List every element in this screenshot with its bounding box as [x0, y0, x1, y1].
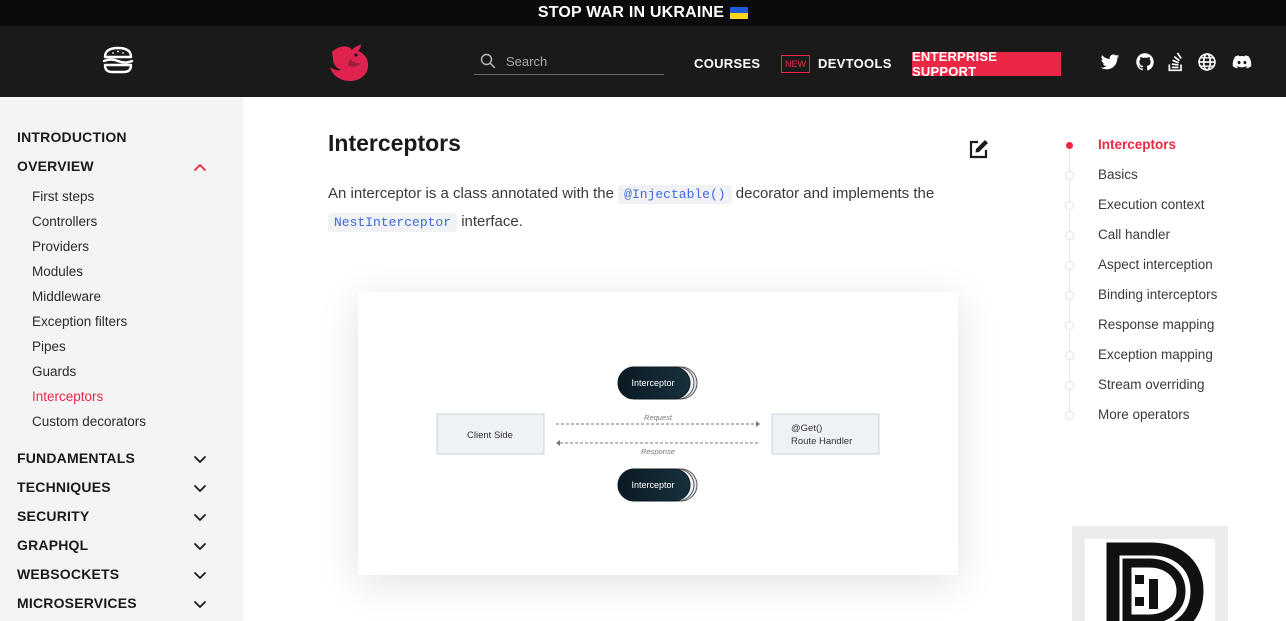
discord-icon[interactable] — [1231, 52, 1253, 72]
search-icon — [480, 53, 496, 69]
search-input[interactable] — [506, 53, 656, 69]
intro-text-1: An interceptor is a class annotated with… — [328, 185, 619, 202]
edit-page-icon[interactable] — [968, 138, 990, 160]
toc-dot-active — [1066, 142, 1073, 149]
toc-item-execution-context[interactable]: Execution context — [1098, 197, 1205, 212]
intro-text-2: decorator and implements the — [731, 185, 935, 202]
intro-paragraph: An interceptor is a class annotated with… — [328, 180, 968, 236]
sidebar-item-controllers[interactable]: Controllers — [32, 214, 97, 229]
sidebar-item-guards[interactable]: Guards — [32, 364, 76, 379]
chevron-down-icon[interactable] — [193, 481, 207, 495]
nav-courses-link[interactable]: COURSES — [694, 56, 760, 71]
globe-icon[interactable] — [1197, 52, 1217, 72]
sidebar-item-interceptors[interactable]: Interceptors — [32, 389, 103, 404]
sidebar-section-websockets[interactable]: WEBSOCKETS — [17, 566, 119, 582]
route-handler-box — [771, 413, 880, 455]
sponsor-logo-icon — [1106, 542, 1204, 621]
chevron-down-icon[interactable] — [193, 510, 207, 524]
sidebar-item-providers[interactable]: Providers — [32, 239, 89, 254]
sidebar-section-fundamentals[interactable]: FUNDAMENTALS — [17, 450, 135, 466]
request-label: Request — [644, 413, 673, 422]
toc-item-binding-interceptors[interactable]: Binding interceptors — [1098, 287, 1217, 302]
interceptor-top: Interceptor — [617, 366, 698, 400]
toc-dot — [1065, 261, 1074, 270]
toc-dot — [1065, 231, 1074, 240]
interceptors-diagram: Interceptor Interceptor Client Side @Get… — [358, 292, 958, 575]
sponsor-card[interactable] — [1072, 526, 1228, 621]
sidebar-item-modules[interactable]: Modules — [32, 264, 83, 279]
twitter-icon[interactable] — [1100, 52, 1120, 72]
toc-item-call-handler[interactable]: Call handler — [1098, 227, 1170, 242]
toc-item-response-mapping[interactable]: Response mapping — [1098, 317, 1214, 332]
sidebar-section-microservices[interactable]: MICROSERVICES — [17, 595, 137, 611]
sidebar-section-overview[interactable]: OVERVIEW — [17, 158, 94, 174]
route-handler-decorator: @Get() — [791, 423, 822, 434]
top-header: COURSES NEW DEVTOOLS ENTERPRISE SUPPORT — [0, 26, 1286, 97]
interceptor-top-label: Interceptor — [631, 378, 674, 388]
response-label: Response — [641, 447, 675, 456]
response-arrowhead — [556, 440, 560, 446]
toc-dot — [1065, 351, 1074, 360]
toc-item-interceptors[interactable]: Interceptors — [1098, 137, 1176, 152]
sidebar-item-custom-decorators[interactable]: Custom decorators — [32, 414, 146, 429]
ukraine-flag-icon — [730, 7, 749, 19]
toc-dot — [1065, 201, 1074, 210]
ukraine-banner[interactable]: STOP WAR IN UKRAINE — [0, 0, 1286, 26]
request-arrowhead — [756, 421, 760, 427]
chevron-down-icon[interactable] — [193, 452, 207, 466]
inline-code-injectable: @Injectable() — [618, 185, 732, 204]
nestjs-logo-icon[interactable] — [328, 42, 370, 82]
toc-dot — [1065, 291, 1074, 300]
new-badge: NEW — [781, 55, 810, 73]
intro-text-3: interface. — [457, 213, 523, 230]
sidebar-section-security[interactable]: SECURITY — [17, 508, 89, 524]
toc-dot — [1065, 171, 1074, 180]
sidebar-section-graphql[interactable]: GRAPHQL — [17, 537, 88, 553]
toc-item-aspect-interception[interactable]: Aspect interception — [1098, 257, 1213, 272]
sidebar-item-exception-filters[interactable]: Exception filters — [32, 314, 127, 329]
interceptor-bottom-label: Interceptor — [631, 480, 674, 490]
search-box[interactable] — [474, 48, 664, 75]
toc-dot — [1065, 381, 1074, 390]
sidebar-item-middleware[interactable]: Middleware — [32, 289, 101, 304]
toc-item-exception-mapping[interactable]: Exception mapping — [1098, 347, 1213, 362]
route-handler-label: Route Handler — [791, 436, 852, 447]
toc-item-basics[interactable]: Basics — [1098, 167, 1138, 182]
toc-dot — [1065, 321, 1074, 330]
sidebar-section-techniques[interactable]: TECHNIQUES — [17, 479, 111, 495]
sidebar-item-pipes[interactable]: Pipes — [32, 339, 66, 354]
chevron-down-icon[interactable] — [193, 539, 207, 553]
nav-devtools-link[interactable]: DEVTOOLS — [818, 56, 892, 71]
stackoverflow-icon[interactable] — [1166, 52, 1186, 72]
sponsor-logo-frame — [1085, 539, 1215, 621]
github-icon[interactable] — [1135, 52, 1155, 72]
toc-item-stream-overriding[interactable]: Stream overriding — [1098, 377, 1205, 392]
inline-code-nestinterceptor: NestInterceptor — [328, 213, 458, 232]
banner-text: STOP WAR IN UKRAINE — [537, 4, 725, 21]
enterprise-support-button[interactable]: ENTERPRISE SUPPORT — [912, 49, 1061, 79]
toc-track — [1069, 146, 1070, 418]
chevron-down-icon[interactable] — [193, 597, 207, 611]
client-side-label: Client Side — [467, 430, 513, 441]
hamburger-menu-icon[interactable] — [102, 46, 134, 74]
sidebar-item-first-steps[interactable]: First steps — [32, 189, 94, 204]
interceptor-bottom: Interceptor — [617, 468, 698, 502]
chevron-up-icon[interactable] — [193, 160, 207, 174]
sidebar: INTRODUCTION OVERVIEW First steps Contro… — [0, 97, 243, 621]
chevron-down-icon[interactable] — [193, 568, 207, 582]
page-title: Interceptors — [328, 130, 461, 156]
toc-dot — [1065, 411, 1074, 420]
interceptors-diagram-svg: Interceptor Interceptor Client Side @Get… — [436, 366, 880, 502]
toc-item-more-operators[interactable]: More operators — [1098, 407, 1190, 422]
sidebar-section-introduction[interactable]: INTRODUCTION — [17, 129, 127, 145]
